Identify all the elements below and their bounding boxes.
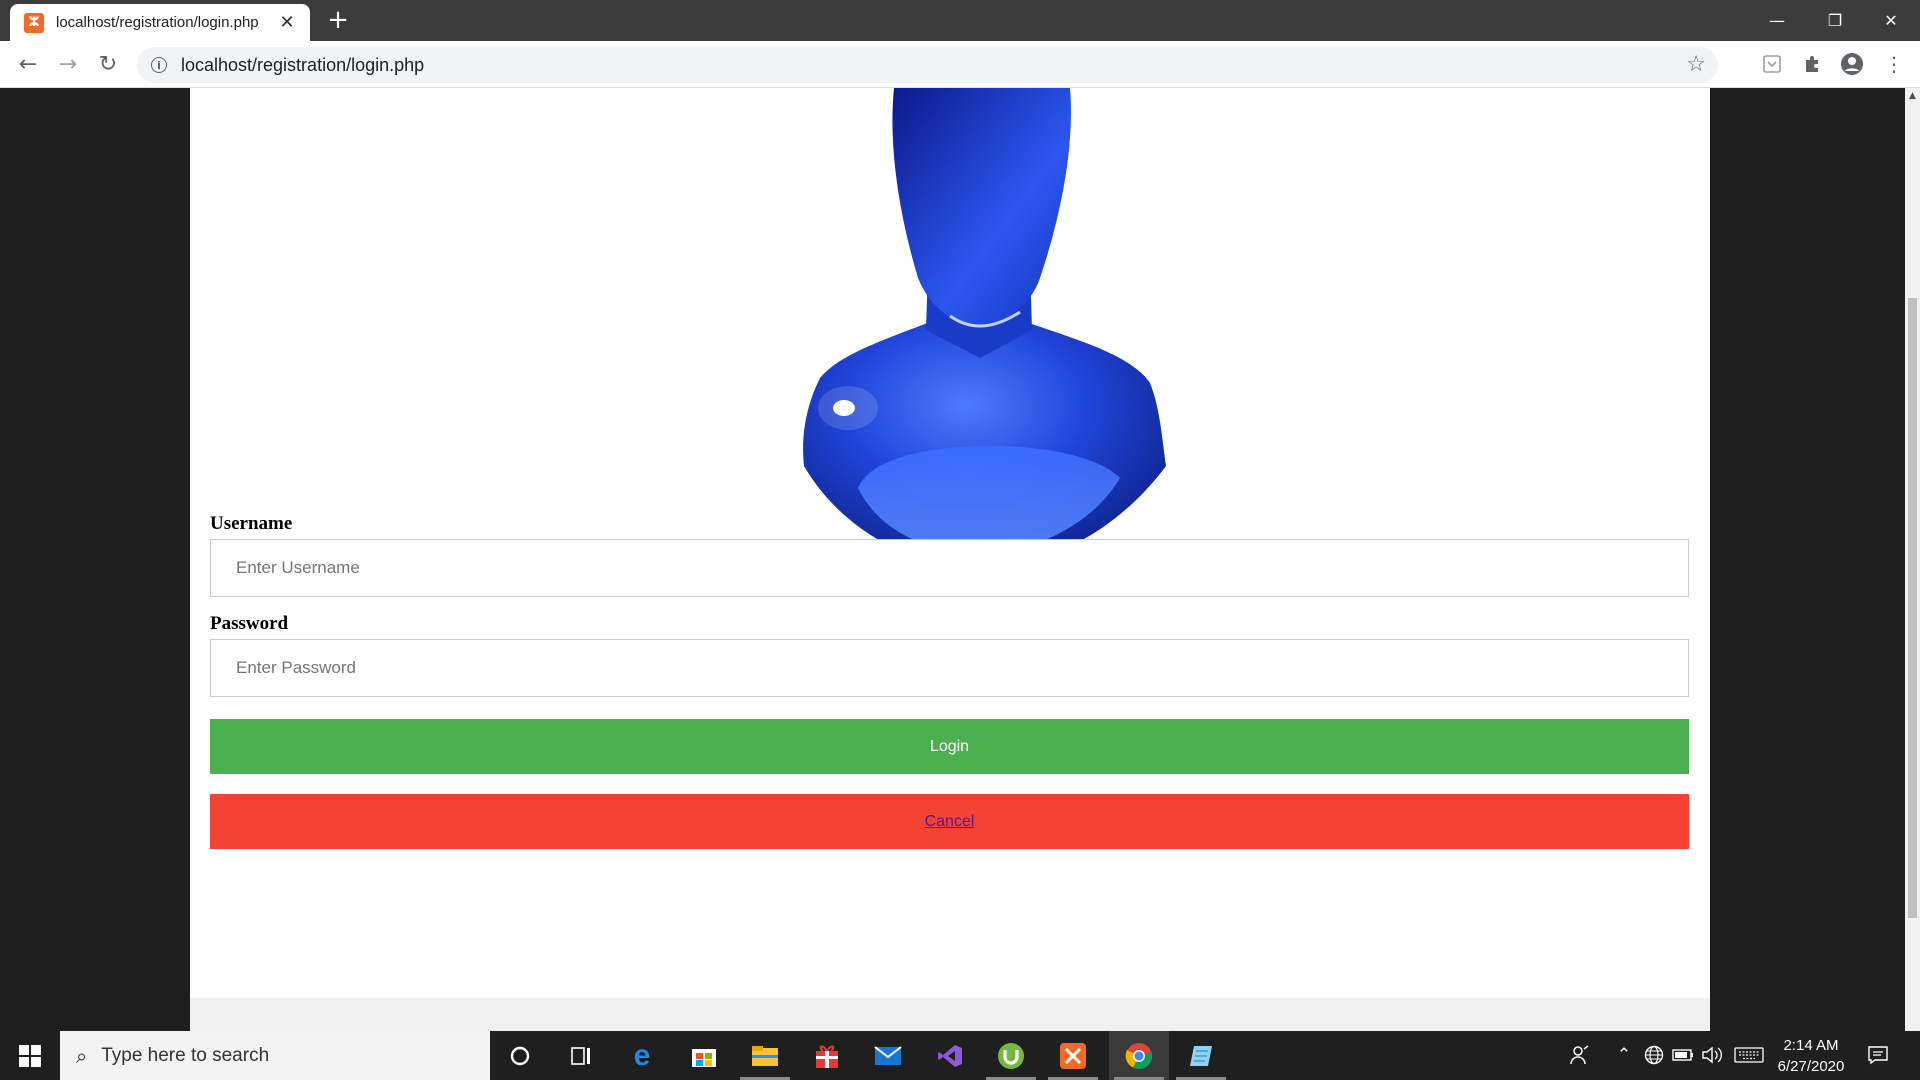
taskbar-search-box[interactable]: ⌕ Type here to search [60, 1031, 490, 1080]
login-container: Username Enter Username Password Enter P… [190, 88, 1710, 1031]
back-arrow-icon[interactable]: ← [14, 50, 42, 78]
clock-date: 6/27/2020 [1777, 1058, 1845, 1075]
gift-icon[interactable] [797, 1031, 857, 1080]
search-icon: ⌕ [76, 1043, 88, 1068]
windows-logo-icon [19, 1044, 41, 1067]
password-label: Password [210, 613, 289, 634]
chrome-icon[interactable] [1109, 1031, 1169, 1080]
windows-taskbar: ⌕ Type here to search e ⌃ 2:14 AM 6/27/2… [0, 1031, 1920, 1080]
site-info-icon[interactable]: i [151, 57, 167, 73]
start-button[interactable] [0, 1031, 60, 1080]
reload-icon[interactable]: ↻ [94, 50, 122, 78]
scroll-thumb[interactable] [1908, 298, 1917, 918]
utorrent-icon[interactable] [981, 1031, 1041, 1080]
username-label: Username [210, 513, 293, 534]
notepad-icon[interactable] [1171, 1031, 1231, 1080]
task-view-icon[interactable] [551, 1031, 611, 1080]
login-card: Username Enter Username Password Enter P… [190, 88, 1710, 998]
password-input[interactable]: Enter Password [210, 639, 1689, 697]
address-bar[interactable]: i localhost/registration/login.php ☆ [137, 47, 1718, 83]
close-window-button[interactable]: ✕ [1862, 0, 1920, 41]
url-text[interactable]: localhost/registration/login.php [181, 55, 424, 76]
battery-icon[interactable] [1672, 1043, 1694, 1067]
pocket-extension-icon[interactable] [1759, 51, 1785, 77]
globe-network-icon[interactable] [1643, 1043, 1665, 1067]
username-input[interactable]: Enter Username [210, 539, 1689, 597]
file-explorer-icon[interactable] [735, 1031, 795, 1080]
login-button[interactable]: Login [210, 719, 1689, 774]
bookmark-star-icon[interactable]: ☆ [1686, 52, 1706, 77]
cortana-icon[interactable] [490, 1031, 550, 1080]
store-icon[interactable] [674, 1031, 734, 1080]
taskbar-clock[interactable]: 2:14 AM 6/27/2020 [1765, 1035, 1857, 1077]
xampp-icon[interactable] [1043, 1031, 1103, 1080]
xampp-favicon-icon: ⵣ [24, 12, 44, 33]
mail-icon[interactable] [858, 1031, 918, 1080]
clock-time: 2:14 AM [1783, 1037, 1839, 1054]
page-viewport: Username Enter Username Password Enter P… [0, 88, 1905, 1031]
restore-button[interactable]: ❐ [1806, 0, 1864, 41]
browser-toolbar: ← → ↻ i localhost/registration/login.php… [0, 41, 1920, 88]
page-scrollbar[interactable]: ▲ [1905, 88, 1920, 1031]
people-icon[interactable] [1568, 1043, 1592, 1067]
volume-icon[interactable] [1701, 1043, 1723, 1067]
forward-arrow-icon[interactable]: → [54, 50, 82, 78]
scroll-up-arrow-icon[interactable]: ▲ [1905, 88, 1920, 105]
extensions-puzzle-icon[interactable] [1799, 51, 1825, 77]
user-avatar-icon [803, 88, 1166, 568]
edge-icon[interactable]: e [612, 1031, 672, 1080]
minimize-button[interactable]: — [1748, 0, 1806, 41]
cancel-button[interactable]: Cancel [210, 794, 1689, 849]
menu-kebab-icon[interactable]: ⋮ [1881, 51, 1907, 77]
search-placeholder: Type here to search [101, 1044, 270, 1066]
new-tab-button[interactable]: + [324, 6, 352, 34]
notifications-icon[interactable] [1866, 1043, 1890, 1067]
profile-avatar-icon[interactable] [1839, 51, 1865, 77]
chevron-up-icon[interactable]: ⌃ [1614, 1043, 1634, 1067]
tab-title: localhost/registration/login.php [56, 14, 259, 31]
cancel-link[interactable]: Cancel [925, 813, 975, 831]
browser-tab-bar: ⵣ localhost/registration/login.php ✕ + —… [0, 0, 1920, 41]
browser-tab[interactable]: ⵣ localhost/registration/login.php ✕ [10, 4, 310, 41]
keyboard-icon[interactable] [1734, 1043, 1764, 1067]
visual-studio-icon[interactable] [920, 1031, 980, 1080]
close-tab-icon[interactable]: ✕ [276, 12, 298, 33]
